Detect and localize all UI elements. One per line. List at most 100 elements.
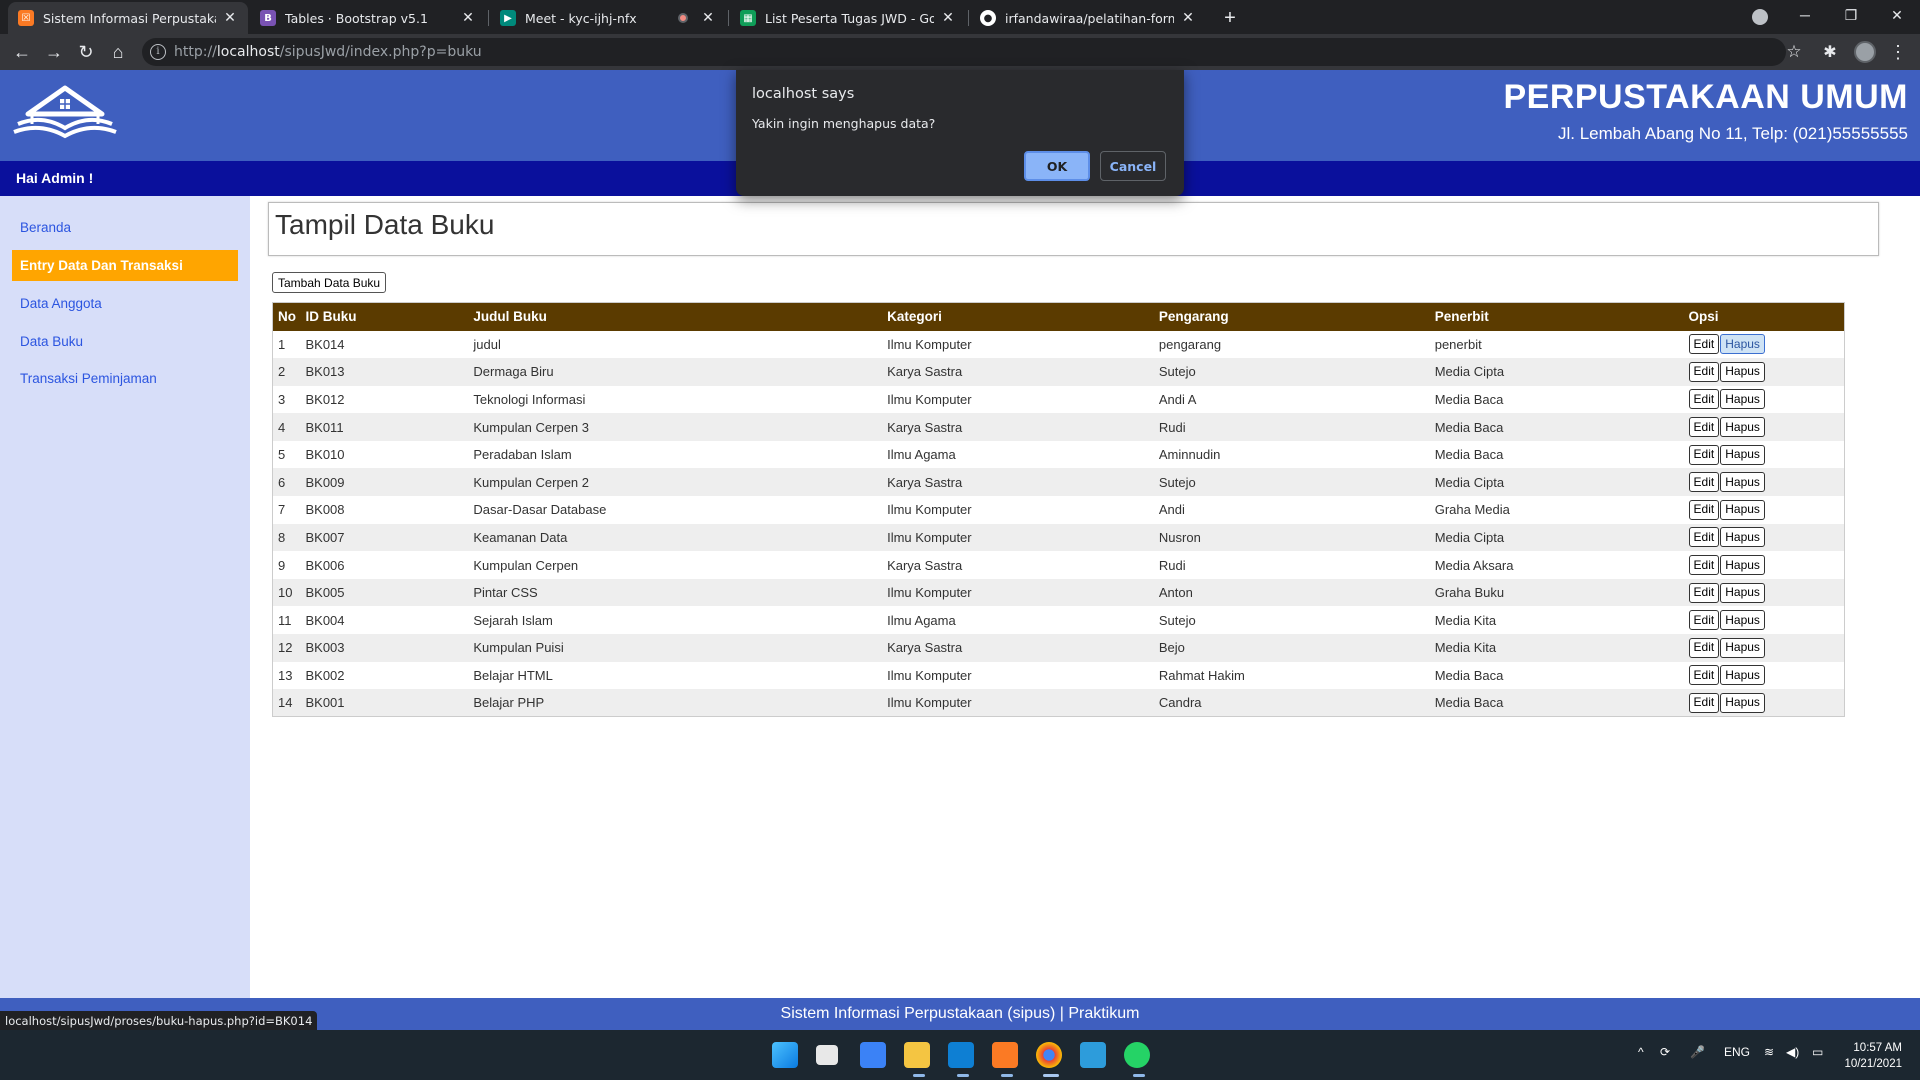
window-close-icon[interactable]: ✕ [1874, 0, 1920, 34]
cell-kategori: Karya Sastra [887, 364, 963, 380]
delete-button[interactable]: Hapus [1720, 361, 1765, 382]
edit-button[interactable]: Edit [1688, 472, 1720, 493]
xampp-icon[interactable] [992, 1042, 1018, 1068]
delete-button[interactable]: Hapus [1720, 692, 1765, 713]
file-explorer-icon[interactable] [904, 1042, 930, 1068]
volume-icon[interactable]: ◀) [1786, 1045, 1799, 1059]
table-row: 8 BK007 Keamanan Data Ilmu Komputer Nusron Me… [272, 523, 1845, 552]
edit-button[interactable]: Edit [1688, 444, 1720, 465]
close-icon[interactable]: ✕ [940, 10, 956, 26]
edit-button[interactable]: Edit [1688, 665, 1720, 686]
vscode-icon[interactable] [948, 1042, 974, 1068]
meet-icon: ▶ [500, 10, 516, 26]
tab-sistem-informasi[interactable]: ☒ Sistem Informasi Perpustakaan ✕ [8, 2, 248, 34]
restore-icon[interactable]: ❐ [1828, 0, 1874, 34]
url-host: localhost [216, 44, 280, 60]
tab-google-sheets[interactable]: ▦ List Peserta Tugas JWD - Google ✕ [730, 2, 966, 34]
task-view-icon[interactable] [816, 1045, 838, 1065]
sidebar-item-data-buku[interactable]: Data Buku [12, 326, 238, 357]
edit-button[interactable]: Edit [1688, 692, 1720, 713]
cell-id-buku: BK013 [305, 364, 345, 380]
delete-button[interactable]: Hapus [1720, 637, 1765, 658]
sidebar-item-beranda[interactable]: Beranda [12, 212, 238, 243]
address-bar[interactable]: i http://localhost/sipusJwd/index.php?p=… [142, 38, 1786, 66]
close-icon[interactable]: ✕ [700, 10, 716, 26]
delete-button[interactable]: Hapus [1720, 334, 1765, 355]
delete-button[interactable]: Hapus [1720, 610, 1765, 631]
dialog-cancel-button[interactable]: Cancel [1100, 151, 1166, 181]
language-indicator[interactable]: ENG [1724, 1045, 1750, 1059]
cell-pengarang: Rahmat Hakim [1158, 667, 1245, 683]
tray-chevron-icon[interactable]: ^ [1638, 1045, 1644, 1059]
cell-penerbit: Media Baca [1434, 667, 1504, 683]
microphone-icon[interactable]: 🎤 [1690, 1045, 1705, 1059]
cell-kategori: Ilmu Komputer [887, 695, 972, 711]
profile-avatar[interactable] [1854, 41, 1876, 63]
photos-icon[interactable] [1080, 1042, 1106, 1068]
delete-button[interactable]: Hapus [1720, 665, 1765, 686]
delete-button[interactable]: Hapus [1720, 527, 1765, 548]
tab-bootstrap-tables[interactable]: B Tables · Bootstrap v5.1 ✕ [250, 2, 486, 34]
close-icon[interactable]: ✕ [460, 10, 476, 26]
dialog-ok-button[interactable]: OK [1024, 151, 1090, 181]
table-row: 6 BK009 Kumpulan Cerpen 2 Karya Sastra Sutej… [272, 468, 1845, 497]
minimize-icon[interactable]: ─ [1782, 0, 1828, 34]
edit-button[interactable]: Edit [1688, 582, 1720, 603]
delete-button[interactable]: Hapus [1720, 555, 1765, 576]
wifi-icon[interactable]: ≋ [1764, 1045, 1774, 1059]
delete-button[interactable]: Hapus [1720, 582, 1765, 603]
edit-button[interactable]: Edit [1688, 610, 1720, 631]
battery-icon[interactable]: ▭ [1812, 1045, 1823, 1059]
cell-penerbit: Media Kita [1434, 612, 1497, 628]
home-icon[interactable]: ⌂ [104, 38, 132, 66]
reload-icon[interactable]: ↻ [72, 38, 100, 66]
github-icon: ● [980, 10, 996, 26]
delete-button[interactable]: Hapus [1720, 417, 1765, 438]
cell-opsi: Edit Hapus [1684, 634, 1845, 662]
sidebar-item-data-anggota[interactable]: Data Anggota [12, 288, 238, 319]
edit-button[interactable]: Edit [1688, 334, 1720, 355]
cell-judul: Peradaban Islam [473, 447, 572, 463]
delete-button[interactable]: Hapus [1720, 444, 1765, 465]
tab-search-icon[interactable] [1752, 9, 1768, 25]
tab-meet[interactable]: ▶ Meet - kyc-ijhj-nfx ✕ [490, 2, 726, 34]
bookmark-star-icon[interactable]: ☆ [1780, 38, 1808, 66]
sync-icon[interactable]: ⟳ [1660, 1045, 1670, 1059]
menu-kebab-icon[interactable]: ⋮ [1888, 38, 1908, 66]
edit-button[interactable]: Edit [1688, 417, 1720, 438]
edit-button[interactable]: Edit [1688, 499, 1720, 520]
tab-github[interactable]: ● irfandawiraa/pelatihan-form ✕ [970, 2, 1206, 34]
new-tab-button[interactable]: + [1216, 4, 1244, 32]
cell-judul: Kumpulan Cerpen 3 [473, 419, 590, 435]
cell-opsi: Edit Hapus [1684, 413, 1845, 441]
cell-kategori: Karya Sastra [887, 557, 963, 573]
edit-button[interactable]: Edit [1688, 361, 1720, 382]
site-info-icon[interactable]: i [150, 44, 166, 60]
whatsapp-icon[interactable] [1124, 1042, 1150, 1068]
table-header-row: No ID Buku Judul Buku Kategori Pengarang… [272, 302, 1845, 331]
cell-id-buku: BK012 [305, 391, 345, 407]
add-book-button[interactable]: Tambah Data Buku [272, 272, 387, 293]
url-text[interactable]: http://localhost/sipusJwd/index.php?p=bu… [174, 44, 482, 60]
close-icon[interactable]: ✕ [1180, 10, 1196, 26]
widgets-icon[interactable] [860, 1042, 886, 1068]
sidebar-item-entry-data[interactable]: Entry Data Dan Transaksi [12, 250, 238, 281]
edit-button[interactable]: Edit [1688, 389, 1720, 410]
delete-button[interactable]: Hapus [1720, 472, 1765, 493]
recording-icon [678, 13, 688, 23]
delete-button[interactable]: Hapus [1720, 389, 1765, 410]
forward-icon[interactable]: → [40, 38, 68, 66]
windows-start-icon[interactable] [772, 1042, 798, 1068]
close-icon[interactable]: ✕ [222, 10, 238, 26]
chrome-icon[interactable] [1036, 1042, 1062, 1068]
cell-pengarang: Anton [1158, 585, 1193, 601]
delete-button[interactable]: Hapus [1720, 499, 1765, 520]
sidebar-item-transaksi-peminjaman[interactable]: Transaksi Peminjaman [12, 363, 238, 394]
cell-opsi: Edit Hapus [1684, 441, 1845, 469]
edit-button[interactable]: Edit [1688, 527, 1720, 548]
back-icon[interactable]: ← [8, 38, 36, 66]
extensions-icon[interactable]: ✱ [1820, 42, 1840, 62]
taskbar-clock[interactable]: 10:57 AM 10/21/2021 [1844, 1040, 1902, 1072]
edit-button[interactable]: Edit [1688, 555, 1720, 576]
edit-button[interactable]: Edit [1688, 637, 1720, 658]
